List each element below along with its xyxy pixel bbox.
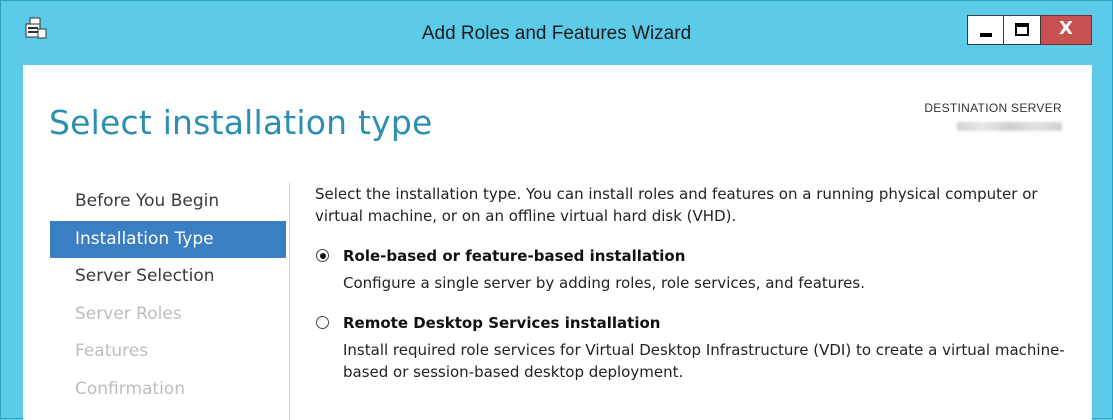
minimize-button[interactable]: [967, 15, 1004, 45]
main-panel: Select the installation type. You can in…: [315, 183, 1075, 383]
wizard-nav: Before You Begin Installation Type Serve…: [50, 183, 286, 408]
destination-server-label: DESTINATION SERVER: [924, 101, 1062, 115]
option-remote-desktop[interactable]: Remote Desktop Services installation Ins…: [315, 314, 1075, 383]
nav-item-before-you-begin[interactable]: Before You Begin: [50, 183, 286, 221]
destination-server-name-blurred: [957, 122, 1062, 131]
window-title: Add Roles and Features Wizard: [421, 23, 692, 44]
radio-selected-dot: [319, 252, 326, 259]
option-description: Configure a single server by adding role…: [343, 274, 865, 292]
nav-item-confirmation: Confirmation: [75, 378, 185, 399]
close-icon: X: [1059, 18, 1073, 39]
nav-item-features: Features: [75, 341, 149, 361]
nav-item-installation-type[interactable]: Installation Type: [50, 220, 286, 258]
close-button[interactable]: X: [1041, 15, 1092, 45]
intro-text: Select the installation type. You can in…: [315, 185, 1038, 225]
nav-item-server-selection[interactable]: Server Selection: [50, 258, 286, 296]
minimize-icon: [980, 33, 992, 37]
wizard-content: Select installation type DESTINATION SER…: [23, 65, 1092, 420]
option-label[interactable]: Remote Desktop Services installation: [343, 314, 1075, 332]
nav-divider: [289, 183, 290, 420]
radio-role-based[interactable]: [316, 249, 329, 262]
radio-remote-desktop[interactable]: [316, 316, 329, 329]
option-description: Install required role services for Virtu…: [343, 341, 1065, 381]
maximize-icon: [1015, 23, 1029, 36]
title-bar[interactable]: Add Roles and Features Wizard X: [1, 1, 1112, 65]
option-role-based[interactable]: Role-based or feature-based installation…: [315, 247, 1075, 294]
maximize-button[interactable]: [1004, 15, 1041, 45]
page-title: Select installation type: [49, 103, 433, 142]
wizard-window: Add Roles and Features Wizard X Select i…: [0, 0, 1113, 420]
nav-item-server-roles: Server Roles: [75, 303, 182, 324]
option-label[interactable]: Role-based or feature-based installation: [343, 247, 1075, 265]
